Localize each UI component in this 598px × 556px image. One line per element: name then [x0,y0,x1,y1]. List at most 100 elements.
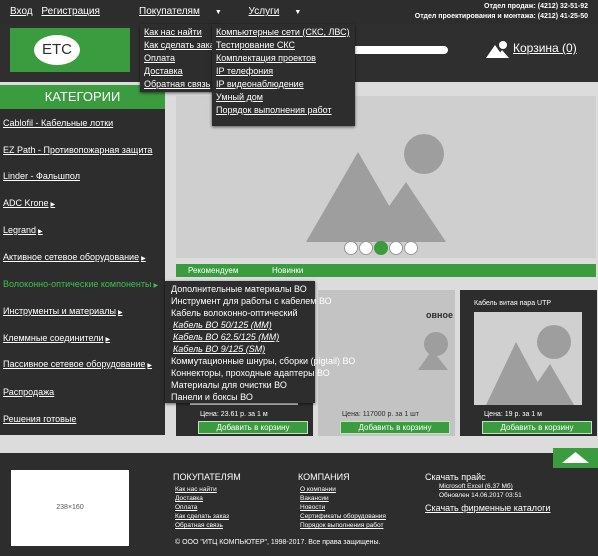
submenu-item[interactable]: Дополнительные материалы ВО [171,284,307,294]
logo[interactable]: ETC [10,28,130,72]
footer-link[interactable]: Сертификаты оборудования [300,513,386,520]
menu-item-testing[interactable]: Тестирование СКС [216,40,295,50]
slider-dot-active[interactable] [374,241,388,255]
product-name[interactable]: Кабель витая пара UTP [474,300,551,307]
menu-item-work-order[interactable]: Порядок выполнения работ [216,105,332,115]
register-link[interactable]: Регистрация [41,6,99,17]
menu-item-ip-video[interactable]: IP видеонаблюдение [216,79,304,89]
submenu-item[interactable]: Материалы для очистки ВО [171,380,287,390]
submenu-item-nested[interactable]: Кабель ВО 50/125 (MM) [173,320,272,330]
footer-link[interactable]: Оплата [175,504,197,511]
cart-link[interactable]: Корзина (0) [513,41,577,55]
sidebar-item-label: Клеммные соединители [3,333,104,343]
menu-item-smart-home[interactable]: Умный дом [216,92,263,102]
chevron-down-icon: ▼ [294,9,302,16]
sidebar-item-label: Активное сетевое оборудование [3,252,140,262]
menu-item-find-us[interactable]: Как нас найти [144,27,202,37]
submenu-item[interactable]: Кабель волоконно-оптический [171,308,298,318]
login-link[interactable]: Вход [10,6,33,17]
submenu-item[interactable]: Инструмент для работы с кабелем ВО [171,296,332,306]
price-updated: Обновлен 14.06.2017 03:51 [439,492,522,499]
nav-customers-label: Покупателям [139,6,200,17]
product-price: Цена: 23.61 р. за 1 м [200,411,268,418]
sidebar-item-cablofil[interactable]: Cablofil - Кабельные лотки [3,118,113,128]
phones: Отдел продаж: (4212) 32-51-92 Отдел прое… [415,2,588,22]
sidebar-item-label: Волоконно-оптические компоненты [3,279,152,289]
image-placeholder-icon [418,330,448,370]
caret-right-icon: ▶ [50,202,56,208]
footer-link[interactable]: Вакансии [300,495,329,502]
footer-link[interactable]: Порядок выполнения работ [300,522,383,529]
customers-dropdown: Как нас найти Как сделать заказ Оплата Д… [140,24,219,92]
product-name[interactable]: овное [426,310,453,320]
add-to-cart-button[interactable]: Добавить в корзину [198,421,308,434]
slider-dot[interactable] [389,241,403,255]
phone-sales: Отдел продаж: (4212) 32-51-92 [484,3,588,10]
sidebar-item-legrand[interactable]: Legrand ▶ [3,225,43,235]
sidebar-item-label: Пассивное сетевое оборудование [3,359,146,369]
submenu-item[interactable]: Коммутационные шнуры, сборки (pigtail) В… [171,356,355,366]
phone-design: Отдел проектирования и монтажа: (4212) 4… [414,13,588,20]
sidebar-item-label: Инструменты и материалы [3,306,116,316]
footer-link[interactable]: О компании [300,486,336,493]
slider-dot[interactable] [359,241,373,255]
product-image[interactable] [474,312,582,405]
sidebar-item-tools[interactable]: Инструменты и материалы ▶ [3,306,123,316]
product-price: Цена: 117000 р. за 1 шт [342,411,419,418]
submenu-item[interactable]: Коннекторы, проходные адаптеры ВО [171,368,330,378]
sidebar-item-sale[interactable]: Распродажа [3,387,54,397]
catalogs-link[interactable]: Скачать фирменные каталоги [425,503,550,513]
product-tabs: Рекомендуем Новинки [176,264,596,277]
sidebar-item-fiber-optic[interactable]: Волоконно-оптические компоненты ▶ [3,279,158,289]
caret-right-icon: ▶ [141,256,146,262]
menu-item-feedback[interactable]: Обратная связь [144,79,210,89]
auth-links: Вход Регистрация [10,6,106,17]
image-placeholder-icon[interactable] [485,40,511,60]
menu-item-delivery[interactable]: Доставка [144,66,183,76]
footer-link[interactable]: Как сделать заказ [175,513,229,520]
slider-dot[interactable] [404,241,418,255]
add-to-cart-button[interactable]: Добавить в корзину [340,421,450,434]
menu-item-how-to-order[interactable]: Как сделать заказ [144,40,219,50]
sidebar-item-active-network[interactable]: Активное сетевое оборудование ▶ [3,252,146,262]
top-nav: Покупателям ▼ Услуги ▼ [139,6,325,17]
category-sidebar: КАТЕГОРИИ Cablofil - Кабельные лотки EZ … [0,85,165,435]
menu-item-payment[interactable]: Оплата [144,53,175,63]
product-price: Цена: 19 р. за 1 м [484,411,542,418]
submenu-item[interactable]: Панели и боксы ВО [171,392,253,402]
search-input[interactable] [340,46,448,54]
price-download-link[interactable]: Microsoft Excel (6.37 Мб) [439,483,513,490]
sidebar-item-terminals[interactable]: Клеммные соединители ▶ [3,333,110,343]
footer-company-title: КОМПАНИЯ [298,472,350,482]
add-to-cart-button[interactable]: Добавить в корзину [482,421,592,434]
scroll-up-button[interactable] [553,448,598,468]
sidebar-item-solutions[interactable]: Решения готовые [3,414,76,424]
sidebar-item-label: Linder - Фальшпол [3,171,80,181]
tab-new[interactable]: Новинки [272,266,303,275]
slider-dot[interactable] [344,241,358,255]
footer-link[interactable]: Обратная связь [175,522,223,529]
sidebar-item-ezpath[interactable]: EZ Path - Противопожарная защита [3,145,152,155]
menu-item-ip-telephony[interactable]: IP телефония [216,66,273,76]
nav-customers[interactable]: Покупателям ▼ [139,6,234,17]
nav-services-label: Услуги [248,6,280,17]
sidebar-item-adc-krone[interactable]: ADC Krone ▶ [3,198,55,208]
top-bar: Вход Регистрация Покупателям ▼ Услуги ▼ От… [0,0,598,24]
menu-item-projects[interactable]: Комплектация проектов [216,53,316,63]
banner-placeholder[interactable]: 238×160 [11,470,129,546]
sidebar-item-label: EZ Path - Противопожарная защита [3,145,153,155]
caret-right-icon: ▶ [105,337,111,343]
submenu-item-nested[interactable]: Кабель ВО 62.5/125 (MM) [173,332,279,342]
menu-item-networks[interactable]: Компьютерные сети (СКС, ЛВС) [216,27,350,37]
footer: 238×160 ПОКУПАТЕЛЯМ Как нас найти Достав… [0,453,598,556]
sidebar-item-passive-network[interactable]: Пассивное сетевое оборудование ▶ [3,359,152,369]
tab-recommended[interactable]: Рекомендуем [188,266,238,275]
fiber-optic-submenu: Дополнительные материалы ВО Инструмент д… [165,281,355,403]
sidebar-item-linder[interactable]: Linder - Фальшпол [3,171,80,181]
nav-services[interactable]: Услуги ▼ [249,6,314,17]
footer-link[interactable]: Как нас найти [175,486,217,493]
submenu-item-nested[interactable]: Кабель ВО 9/125 (SM) [173,344,265,354]
footer-link[interactable]: Новости [300,504,325,511]
footer-link[interactable]: Доставка [175,495,203,502]
footer-customers-title: ПОКУПАТЕЛЯМ [173,472,241,482]
